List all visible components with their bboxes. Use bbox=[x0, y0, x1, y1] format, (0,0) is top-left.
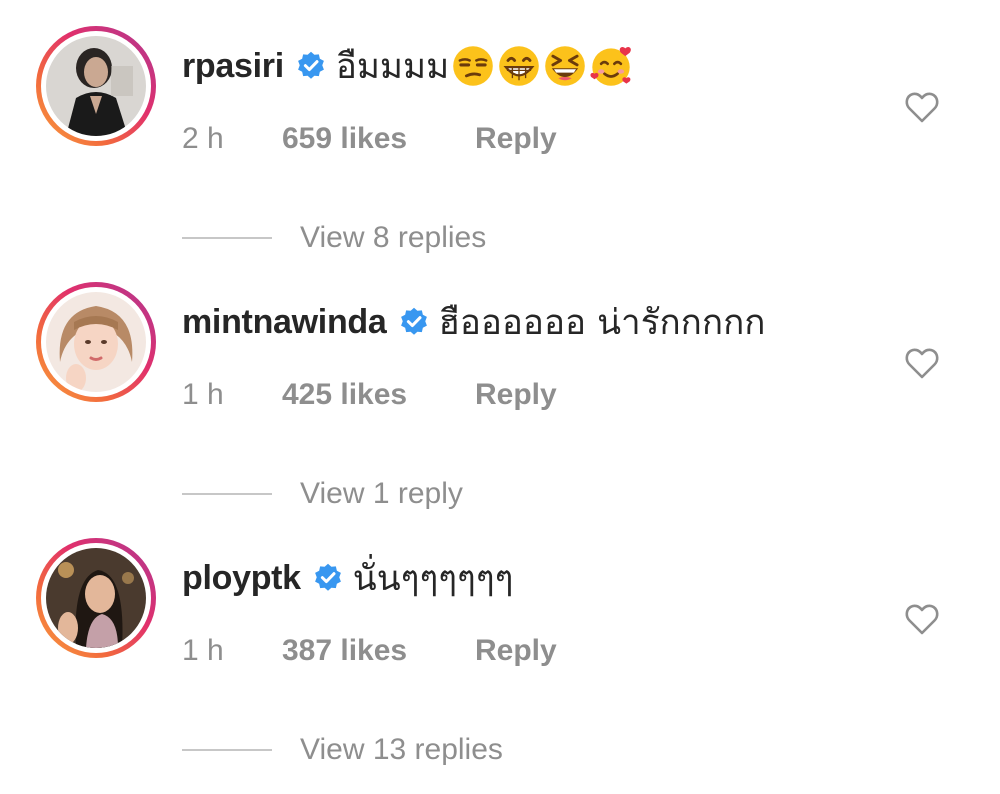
likes-count[interactable]: 659 likes bbox=[282, 122, 407, 156]
avatar[interactable] bbox=[46, 36, 146, 136]
divider bbox=[182, 493, 272, 495]
verified-badge-icon bbox=[297, 51, 324, 79]
comment-line: ployptk นั่นๆๆๆๆๆๆ bbox=[182, 554, 513, 602]
unamused-face-emoji bbox=[453, 46, 493, 86]
likes-count[interactable]: 425 likes bbox=[282, 378, 407, 412]
view-replies-label: View 13 replies bbox=[300, 733, 503, 766]
comment-line: mintnawinda ฮืออออออ น่ารักกกกก bbox=[182, 298, 765, 346]
laughing-squinting-face-emoji bbox=[545, 46, 585, 86]
heart-outline-icon[interactable] bbox=[904, 90, 940, 124]
view-replies-label: View 8 replies bbox=[300, 221, 487, 254]
comment-line: rpasiri อืมมมม bbox=[182, 42, 635, 90]
divider bbox=[182, 749, 272, 751]
heart-outline-icon[interactable] bbox=[904, 346, 940, 380]
comment-item: rpasiri อืมมมม 2 h 659 likes Reply View … bbox=[0, 26, 1000, 282]
grinning-face-emoji bbox=[499, 46, 539, 86]
comment-text: นั่นๆๆๆๆๆๆ bbox=[352, 558, 514, 599]
avatar[interactable] bbox=[46, 292, 146, 392]
comments-screen: { "comments": [ { "username": "rpasiri",… bbox=[0, 0, 1000, 766]
avatar[interactable] bbox=[46, 548, 146, 648]
reply-button[interactable]: Reply bbox=[475, 634, 557, 668]
timestamp: 2 h bbox=[182, 122, 224, 155]
emoji-group bbox=[451, 44, 635, 88]
comment-item: mintnawinda ฮืออออออ น่ารักกกกก 1 h 425 … bbox=[0, 282, 1000, 538]
view-replies-button[interactable]: View 13 replies bbox=[182, 730, 503, 770]
timestamp: 1 h bbox=[182, 634, 224, 667]
reply-button[interactable]: Reply bbox=[475, 378, 557, 412]
likes-count[interactable]: 387 likes bbox=[282, 634, 407, 668]
verified-badge-icon bbox=[314, 563, 341, 591]
reply-button[interactable]: Reply bbox=[475, 122, 557, 156]
verified-badge-icon bbox=[400, 307, 427, 335]
story-ring[interactable] bbox=[36, 282, 156, 402]
comment-text: ฮืออออออ น่ารักกกกก bbox=[438, 302, 766, 343]
view-replies-label: View 1 reply bbox=[300, 477, 463, 510]
smiling-face-with-hearts-emoji bbox=[590, 47, 632, 86]
story-ring[interactable] bbox=[36, 26, 156, 146]
story-ring[interactable] bbox=[36, 538, 156, 658]
view-replies-button[interactable]: View 8 replies bbox=[182, 218, 486, 258]
comment-item: ployptk นั่นๆๆๆๆๆๆ 1 h 387 likes Reply V… bbox=[0, 538, 1000, 794]
view-replies-button[interactable]: View 1 reply bbox=[182, 474, 463, 514]
username[interactable]: ployptk bbox=[182, 559, 301, 598]
heart-outline-icon[interactable] bbox=[904, 602, 940, 636]
timestamp: 1 h bbox=[182, 378, 224, 411]
username[interactable]: mintnawinda bbox=[182, 303, 387, 342]
divider bbox=[182, 237, 272, 239]
comment-text: อืมมมม bbox=[335, 46, 450, 87]
username[interactable]: rpasiri bbox=[182, 47, 284, 86]
